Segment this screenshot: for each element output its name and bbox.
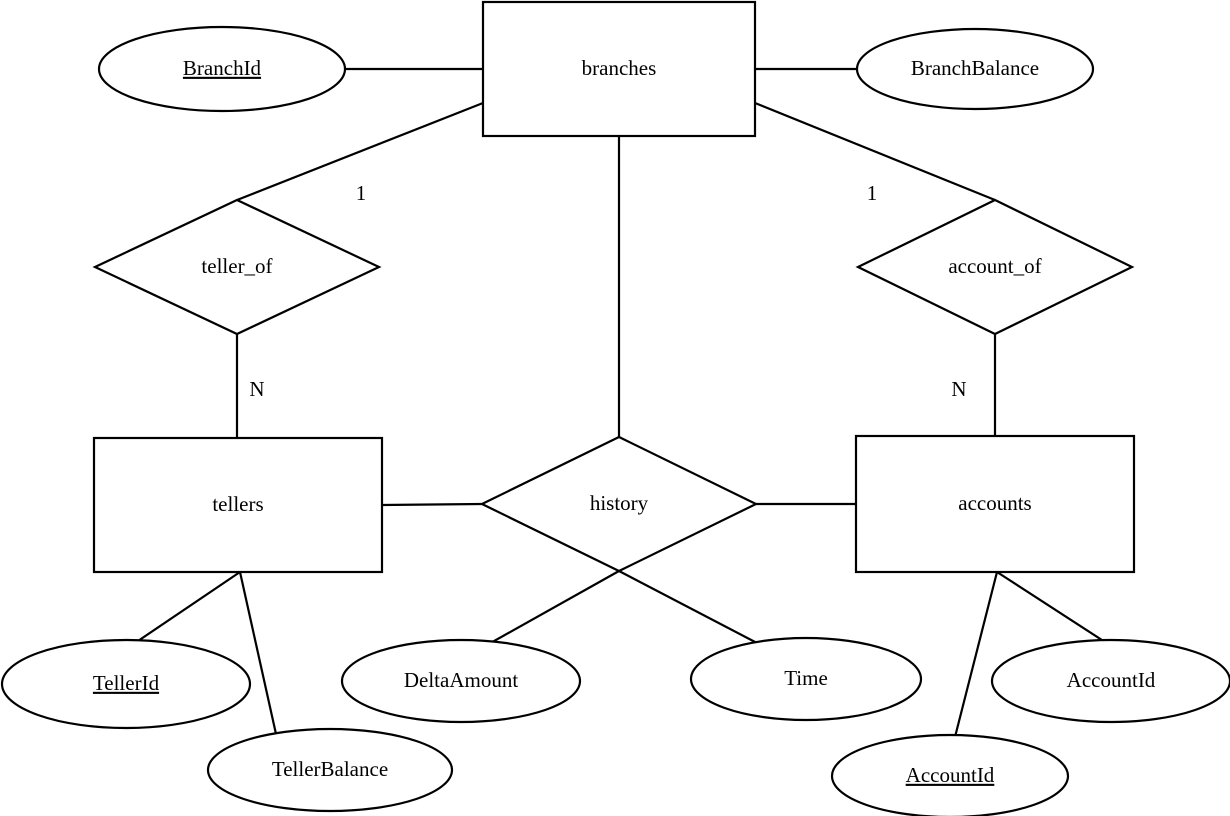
er-diagram-canvas: teller_of account_of history branches te… <box>0 0 1230 816</box>
attribute-label-tellerid: TellerId <box>93 671 160 695</box>
attribute-layer: BranchId BranchBalance TellerId TellerBa… <box>0 25 1230 816</box>
cardinality-layer: 1 1 N N <box>249 181 966 401</box>
attribute-branchbalance[interactable]: BranchBalance <box>855 27 1095 111</box>
entity-label-accounts: accounts <box>958 491 1031 515</box>
edge-accounts-accountid-fk <box>996 571 1106 643</box>
attribute-tellerid[interactable]: TellerId <box>0 638 252 730</box>
cardinality-teller-of-many: N <box>249 377 264 401</box>
entity-label-branches: branches <box>582 56 657 80</box>
attribute-accountid-foreign[interactable]: AccountId <box>990 638 1230 724</box>
relationship-account-of[interactable]: account_of <box>855 198 1135 336</box>
cardinality-account-of-one: 1 <box>867 181 878 205</box>
edge-history-deltaamount <box>486 570 620 646</box>
attribute-label-time: Time <box>784 666 828 690</box>
edge-accounts-accountid-pk <box>953 571 999 738</box>
cardinality-account-of-many: N <box>951 377 966 401</box>
attribute-label-deltaamount: DeltaAmount <box>404 668 518 692</box>
attribute-time[interactable]: Time <box>689 636 923 722</box>
relationship-history[interactable]: history <box>479 435 759 573</box>
entity-accounts[interactable]: accounts <box>854 434 1136 574</box>
edge-tellers-tellerbalance <box>238 571 278 735</box>
attribute-label-accountid-key: AccountId <box>906 763 995 787</box>
edge-tellers-tellerid <box>134 571 241 644</box>
edge-history-time <box>618 570 758 644</box>
relationship-label-history: history <box>590 491 649 515</box>
attribute-label-tellerbalance: TellerBalance <box>272 757 388 781</box>
attribute-label-branchid: BranchId <box>183 56 262 80</box>
attribute-label-accountid-foreign: AccountId <box>1067 668 1156 692</box>
cardinality-teller-of-one: 1 <box>356 181 367 205</box>
entity-tellers[interactable]: tellers <box>92 436 384 574</box>
entity-label-tellers: tellers <box>212 492 263 516</box>
relationship-label-teller-of: teller_of <box>201 254 272 278</box>
attribute-tellerbalance[interactable]: TellerBalance <box>206 727 454 813</box>
attribute-accountid-key[interactable]: AccountId <box>830 733 1070 816</box>
relationship-label-account-of: account_of <box>948 254 1041 278</box>
edge-tellers-history <box>381 502 483 507</box>
attribute-branchid[interactable]: BranchId <box>97 25 347 113</box>
relationship-teller-of[interactable]: teller_of <box>92 198 382 336</box>
edge-layer <box>134 67 1106 738</box>
entity-branches[interactable]: branches <box>481 0 757 138</box>
attribute-label-branchbalance: BranchBalance <box>911 56 1039 80</box>
attribute-deltaamount[interactable]: DeltaAmount <box>340 638 582 724</box>
